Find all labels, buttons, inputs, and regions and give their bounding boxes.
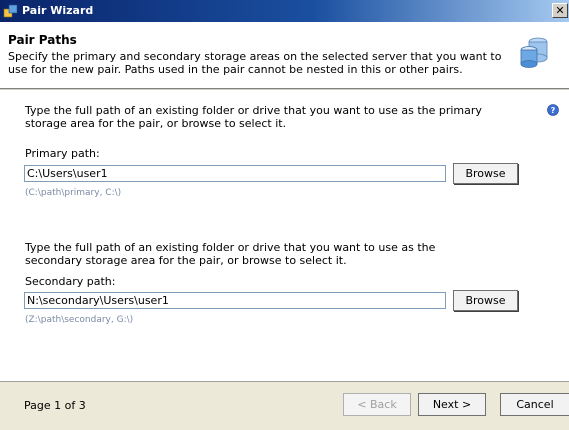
- secondary-path-label: Secondary path:: [25, 275, 116, 288]
- secondary-path-hint: (Z:\path\secondary, G:\): [25, 315, 134, 325]
- back-button[interactable]: < Back: [343, 393, 411, 416]
- app-icon: [3, 3, 19, 19]
- next-button[interactable]: Next >: [418, 393, 486, 416]
- secondary-path-input[interactable]: [24, 292, 446, 309]
- wizard-footer: Page 1 of 3 < Back Next > Cancel: [0, 381, 569, 430]
- secondary-instructions: Type the full path of an existing folder…: [25, 241, 436, 267]
- primary-browse-button[interactable]: Browse: [453, 163, 518, 184]
- wizard-content: ? Type the full path of an existing fold…: [0, 91, 569, 381]
- page-title: Pair Paths: [8, 33, 77, 47]
- wizard-header: Pair Paths Specify the primary and secon…: [0, 22, 569, 88]
- page-description: Specify the primary and secondary storag…: [8, 50, 502, 76]
- primary-path-label: Primary path:: [25, 147, 100, 160]
- title-bar: Pair Wizard ✕: [0, 0, 569, 22]
- help-icon[interactable]: ?: [547, 104, 559, 119]
- window-title: Pair Wizard: [22, 4, 94, 17]
- storage-database-icon: [519, 36, 549, 73]
- cancel-button[interactable]: Cancel: [500, 393, 569, 416]
- primary-path-input[interactable]: [24, 165, 446, 182]
- page-indicator: Page 1 of 3: [24, 399, 86, 412]
- primary-instructions: Type the full path of an existing folder…: [25, 104, 482, 130]
- svg-text:?: ?: [551, 106, 556, 115]
- primary-path-hint: (C:\path\primary, C:\): [25, 188, 122, 198]
- close-button[interactable]: ✕: [552, 3, 568, 18]
- secondary-browse-button[interactable]: Browse: [453, 290, 518, 311]
